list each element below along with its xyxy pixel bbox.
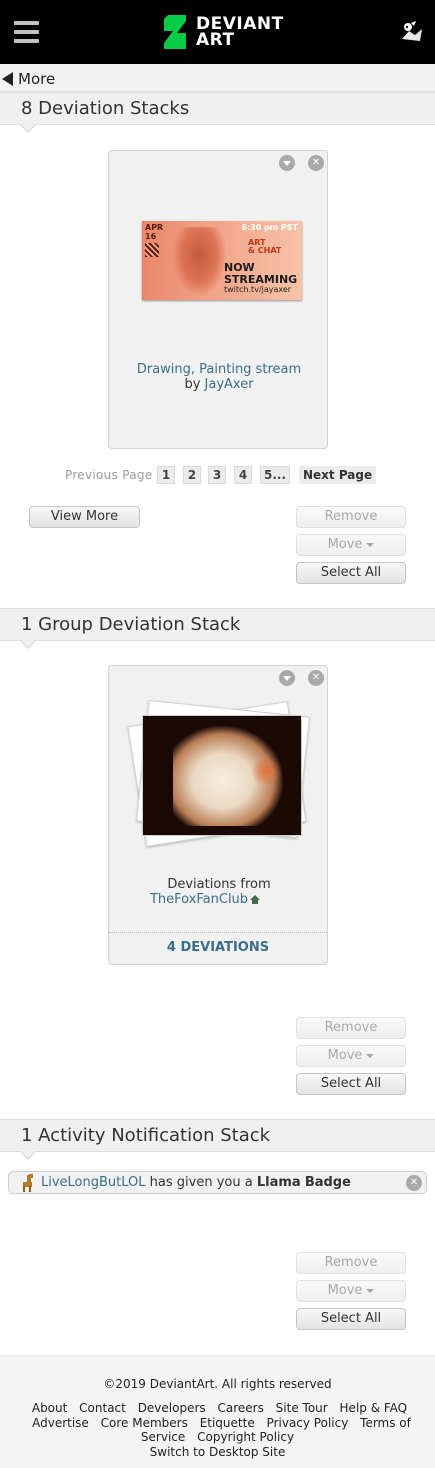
notification-text: has given you a	[149, 1175, 253, 1190]
menu-icon[interactable]	[14, 21, 39, 43]
deviations-from-label: Deviations from	[167, 877, 271, 892]
section-title: 8 Deviation Stacks	[21, 98, 190, 119]
chevron-down-icon	[366, 542, 375, 547]
logo-text-line2: ART	[196, 30, 235, 50]
section-title: 1 Activity Notification Stack	[21, 1125, 271, 1146]
section-title: 1 Group Deviation Stack	[21, 614, 241, 635]
user-avatar-icon[interactable]	[399, 19, 425, 45]
activity-notification[interactable]: LiveLongButLOL has given you a Llama Bad…	[8, 1171, 427, 1194]
page-2-button[interactable]: 2	[183, 466, 201, 484]
group-link[interactable]: TheFoxFanClub	[150, 892, 248, 907]
back-nav-bar[interactable]: More	[0, 64, 435, 92]
thumb-chat-label: & CHAT	[248, 246, 282, 255]
card-close-icon[interactable]: ✕	[308, 155, 324, 171]
desktop-site-link[interactable]: Switch to Desktop Site	[0, 1445, 435, 1459]
card-close-icon[interactable]: ✕	[308, 670, 324, 686]
page-5-button[interactable]: 5...	[260, 466, 290, 484]
thumb-url: twitch.tv/jayaxer	[224, 285, 292, 294]
footer-links: About Contact Developers Careers Site To…	[22, 1401, 417, 1445]
site-footer: ©2019 DeviantArt. All rights reserved Ab…	[0, 1355, 435, 1468]
qr-code-icon	[145, 243, 159, 257]
previous-page-label: Previous Page	[65, 468, 153, 482]
select-all-button[interactable]: Select All	[296, 1308, 406, 1330]
footer-link-help[interactable]: Help & FAQ	[340, 1401, 408, 1415]
move-label: Move	[327, 1283, 363, 1298]
llama-icon	[23, 1174, 33, 1192]
home-icon	[250, 895, 261, 904]
deviation-title-link[interactable]: Drawing, Painting stream	[109, 362, 329, 377]
page-1-button[interactable]: 1	[157, 466, 175, 484]
badge-link[interactable]: Llama	[257, 1175, 301, 1190]
activity-stacks-header: 1 Activity Notification Stack	[0, 1119, 435, 1160]
move-button[interactable]: Move	[296, 1045, 406, 1067]
pagination: Previous Page 1 2 3 4 5... Next Page	[0, 466, 435, 484]
footer-link-contact[interactable]: Contact	[79, 1401, 126, 1415]
chevron-down-icon	[366, 1053, 375, 1058]
select-all-button[interactable]: Select All	[296, 562, 406, 584]
deviation-stack-card[interactable]: ✕ APR 16 6:30 pm PST ART & CHAT NOW STRE…	[108, 150, 328, 449]
badge-word: Badge	[304, 1175, 351, 1190]
thumb-date-month: APR	[145, 223, 164, 232]
page-4-button[interactable]: 4	[234, 466, 252, 484]
footer-link-copyright[interactable]: Copyright Policy	[197, 1430, 294, 1444]
thumb-date-day: 16	[145, 232, 157, 241]
deviantart-logo[interactable]: DEVIANT ART	[164, 14, 284, 50]
group-stacks-header: 1 Group Deviation Stack	[0, 608, 435, 649]
footer-link-developers[interactable]: Developers	[138, 1401, 206, 1415]
notification-close-icon[interactable]: ✕	[406, 1175, 422, 1191]
footer-link-about[interactable]: About	[32, 1401, 67, 1415]
footer-link-core-members[interactable]: Core Members	[101, 1416, 188, 1430]
group-stack-card[interactable]: ✕ Deviations from TheFoxFanClub 4 DEVIAT…	[108, 665, 328, 965]
by-label: by	[184, 377, 201, 392]
move-label: Move	[327, 1048, 363, 1063]
deviation-thumbnail[interactable]: APR 16 6:30 pm PST ART & CHAT NOW STREAM…	[142, 221, 302, 300]
footer-link-privacy[interactable]: Privacy Policy	[267, 1416, 349, 1430]
copyright-text: ©2019 DeviantArt. All rights reserved	[103, 1377, 332, 1391]
card-options-icon[interactable]	[279, 155, 295, 171]
remove-button[interactable]: Remove	[296, 1017, 406, 1039]
next-page-button[interactable]: Next Page	[299, 466, 377, 484]
move-label: Move	[327, 537, 363, 552]
remove-button[interactable]: Remove	[296, 1252, 406, 1274]
notification-user-link[interactable]: LiveLongButLOL	[41, 1175, 146, 1190]
view-more-button[interactable]: View More	[29, 506, 140, 528]
footer-link-advertise[interactable]: Advertise	[32, 1416, 89, 1430]
deviation-count-link[interactable]: 4 DEVIATIONS	[109, 932, 327, 964]
page-3-button[interactable]: 3	[208, 466, 226, 484]
footer-link-etiquette[interactable]: Etiquette	[200, 1416, 255, 1430]
move-button[interactable]: Move	[296, 534, 406, 556]
footer-link-careers[interactable]: Careers	[217, 1401, 263, 1415]
thumb-time: 6:30 pm PST	[241, 223, 298, 232]
top-bar: DEVIANT ART	[0, 0, 435, 64]
author-link[interactable]: JayAxer	[205, 377, 254, 392]
back-arrow-icon	[2, 72, 13, 86]
move-button[interactable]: Move	[296, 1280, 406, 1302]
footer-link-site-tour[interactable]: Site Tour	[276, 1401, 328, 1415]
deviation-stacks-header: 8 Deviation Stacks	[0, 92, 435, 133]
chevron-down-icon	[366, 1288, 375, 1293]
remove-button[interactable]: Remove	[296, 506, 406, 528]
group-thumbnail[interactable]	[142, 715, 302, 836]
select-all-button[interactable]: Select All	[296, 1073, 406, 1095]
back-label: More	[18, 70, 56, 88]
deviantart-logo-icon	[164, 15, 186, 49]
card-options-icon[interactable]	[279, 670, 295, 686]
